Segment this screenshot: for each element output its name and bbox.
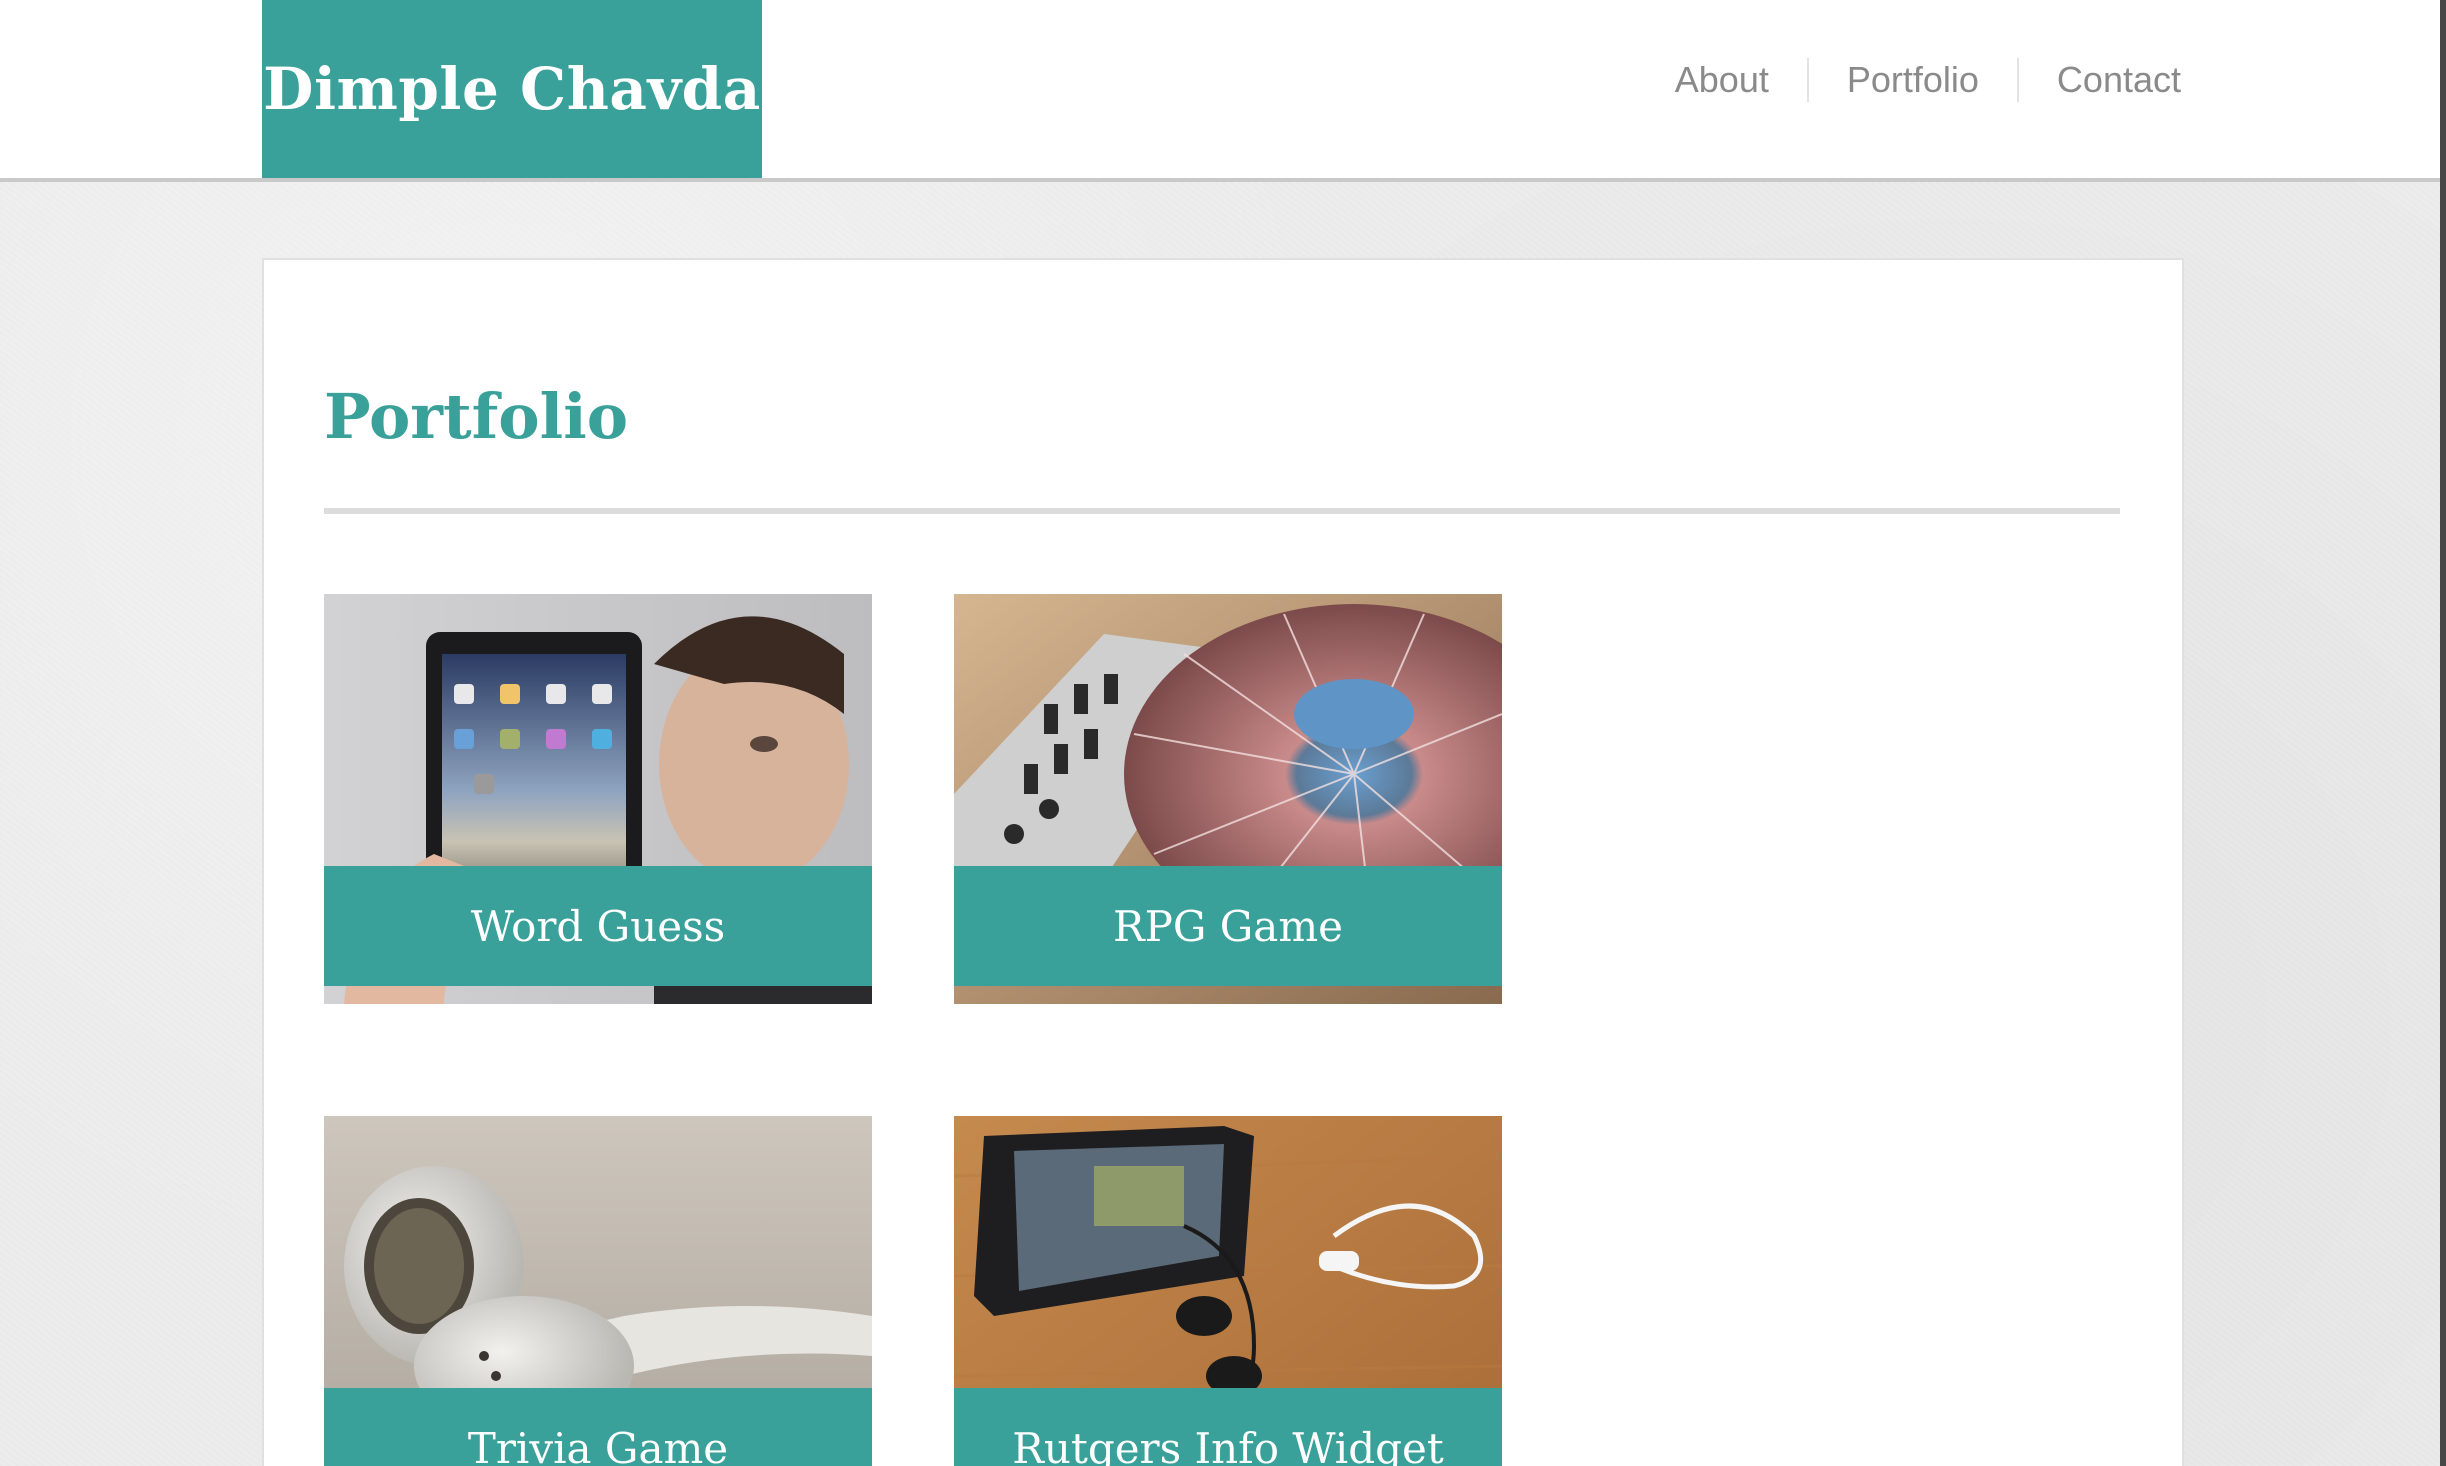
project-title[interactable]: RPG Game bbox=[954, 866, 1502, 986]
title-divider bbox=[324, 508, 2120, 514]
main-nav: About Portfolio Contact bbox=[1637, 58, 2181, 102]
site-header: Dimple Chavda About Portfolio Contact bbox=[0, 0, 2440, 182]
window-edge bbox=[2440, 0, 2446, 1466]
project-card-word-guess[interactable]: Word Guess bbox=[324, 594, 872, 1004]
nav-about-link[interactable]: About bbox=[1637, 58, 1807, 102]
project-title[interactable]: Word Guess bbox=[324, 866, 872, 986]
site-logo[interactable]: Dimple Chavda bbox=[262, 0, 762, 178]
site-title[interactable]: Dimple Chavda bbox=[263, 55, 761, 123]
project-card-rutgers-info-widget[interactable]: Rutgers Info Widget bbox=[954, 1116, 1502, 1466]
nav-portfolio-link[interactable]: Portfolio bbox=[1806, 58, 2017, 102]
page-title: Portfolio bbox=[324, 380, 629, 453]
nav-contact-link[interactable]: Contact bbox=[2016, 58, 2181, 102]
content-panel: Portfolio Word Guess RPG Game Trivia Gam… bbox=[262, 258, 2184, 1466]
project-title[interactable]: Rutgers Info Widget bbox=[954, 1388, 1502, 1466]
project-card-rpg-game[interactable]: RPG Game bbox=[954, 594, 1502, 1004]
project-card-trivia-game[interactable]: Trivia Game bbox=[324, 1116, 872, 1466]
project-title[interactable]: Trivia Game bbox=[324, 1388, 872, 1466]
